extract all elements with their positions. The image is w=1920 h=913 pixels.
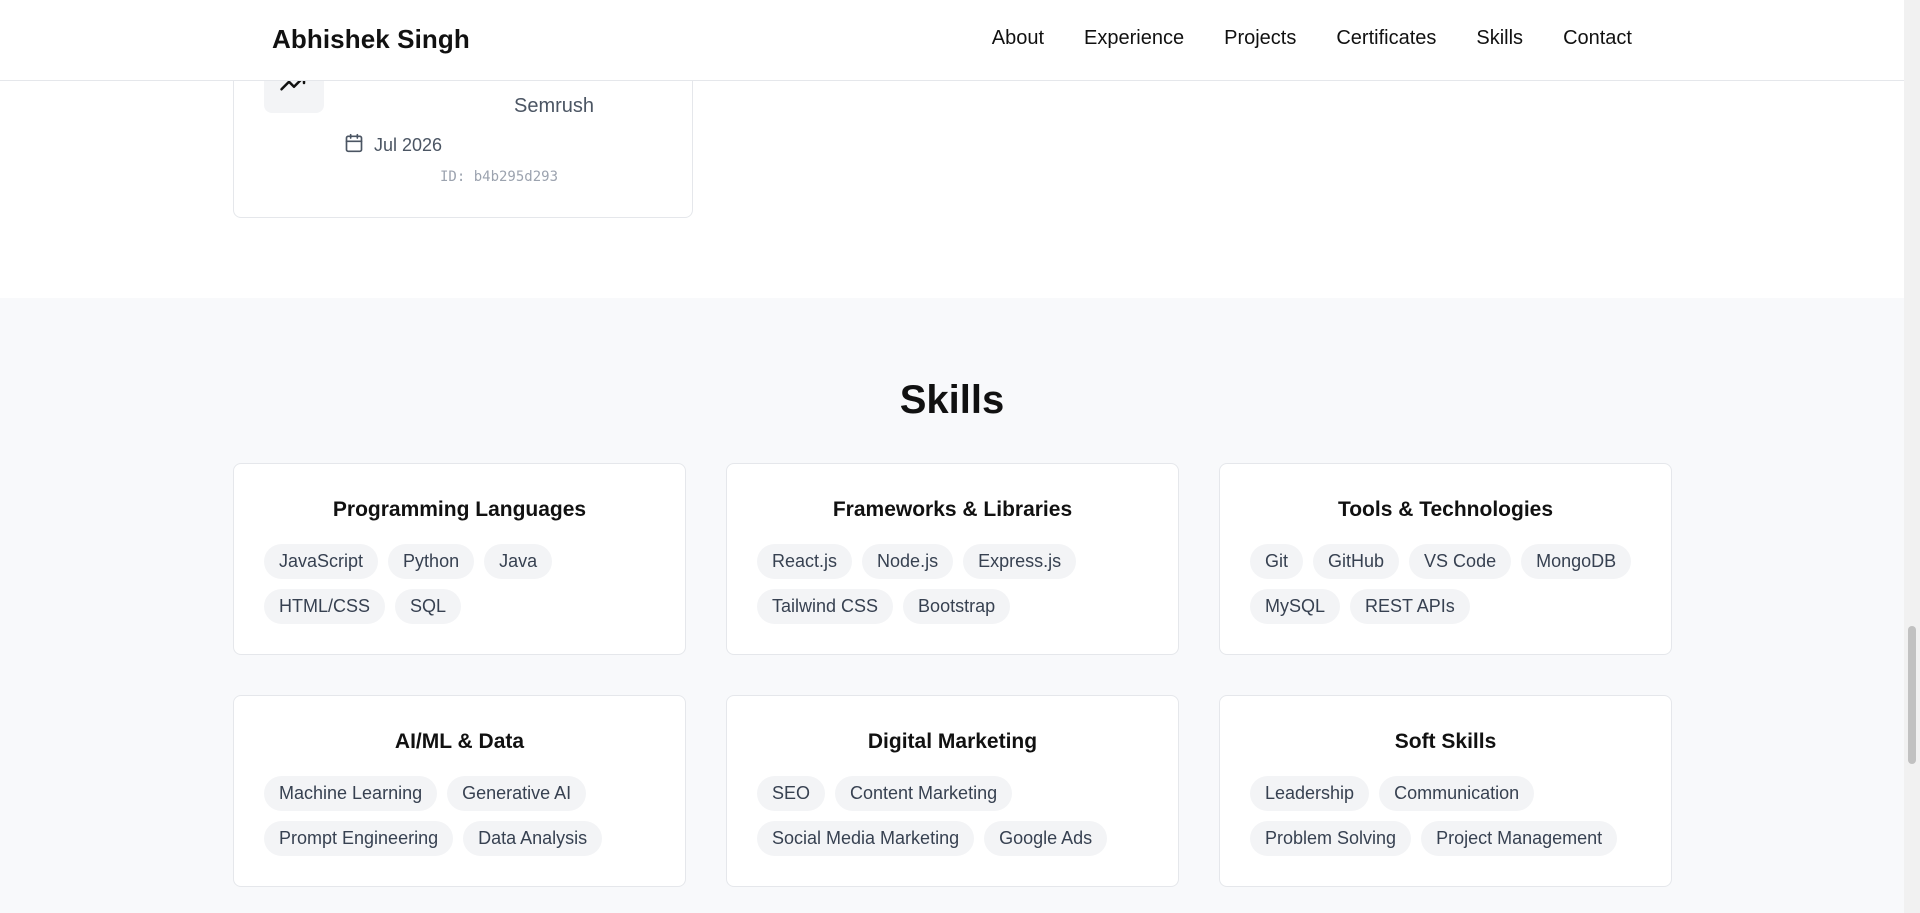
certificate-date: Jul 2026	[344, 133, 442, 158]
skill-card: Soft Skills Leadership Communication Proble…	[1219, 695, 1672, 887]
nav-link-contact[interactable]: Contact	[1563, 27, 1632, 50]
page-scrollbar[interactable]	[1904, 0, 1920, 913]
skill-tag: Node.js	[862, 544, 954, 579]
nav-link-projects[interactable]: Projects	[1224, 27, 1296, 50]
skill-card-title: Programming Languages	[332, 498, 587, 521]
skill-card: Tools & Technologies Git GitHub VS Code Mong…	[1219, 463, 1672, 655]
skill-tag: GitHub	[1313, 544, 1400, 579]
main-nav: About Experience Projects Certificates Skill…	[992, 27, 1632, 50]
skill-tag: Machine Learning	[264, 776, 438, 811]
skill-card: AI/ML & Data Machine Learning Generative A…	[233, 695, 686, 887]
skill-card-title: Tools & Technologies	[1337, 498, 1554, 521]
calendar-icon	[344, 133, 364, 158]
skill-tag-list: SEO Content Marketing Social Media Marketi…	[757, 776, 1148, 856]
skill-tag: SQL	[395, 589, 462, 624]
nav-link-about[interactable]: About	[992, 27, 1044, 50]
skill-tag: Google Ads	[984, 821, 1108, 856]
skill-tag: HTML/CSS	[264, 589, 386, 624]
skill-tag: Git	[1250, 544, 1304, 579]
skill-tag-list: JavaScript Python Java HTML/CSS SQL	[264, 544, 655, 624]
skills-title: Skills	[899, 378, 1005, 422]
skill-tag: MongoDB	[1521, 544, 1632, 579]
skill-tag: Generative AI	[447, 776, 587, 811]
skill-tag: Tailwind CSS	[757, 589, 894, 624]
skills-grid: Programming Languages JavaScript Python Jav…	[233, 463, 1673, 887]
skill-tag: MySQL	[1250, 589, 1341, 624]
skill-tag: Content Marketing	[835, 776, 1013, 811]
certificate-issuer: Semrush	[513, 95, 595, 117]
skills-section: Skills Programming Languages JavaScript Py…	[0, 298, 1904, 913]
certificate-date-text: Jul 2026	[374, 135, 443, 155]
skill-tag-list: Machine Learning Generative AI Prompt Engi…	[264, 776, 655, 856]
skill-tag: REST APIs	[1350, 589, 1470, 624]
nav-link-skills[interactable]: Skills	[1476, 27, 1523, 50]
skill-tag: JavaScript	[264, 544, 379, 579]
skill-tag: Project Management	[1421, 821, 1618, 856]
skill-tag: Problem Solving	[1250, 821, 1412, 856]
skill-tag-list: React.js Node.js Express.js Tailwind CSS Boo…	[757, 544, 1148, 624]
skill-tag-list: Leadership Communication Problem Solving Pr…	[1250, 776, 1641, 856]
skill-card: Programming Languages JavaScript Python Jav…	[233, 463, 686, 655]
skill-tag-list: Git GitHub VS Code MongoDB MySQL REST APIs	[1250, 544, 1641, 624]
skill-card-title: Digital Marketing	[867, 730, 1038, 753]
site-header: Abhishek Singh About Experience Projects Ce…	[0, 0, 1904, 81]
skill-tag: Social Media Marketing	[757, 821, 975, 856]
skill-tag: Leadership	[1250, 776, 1370, 811]
skill-tag: Express.js	[963, 544, 1077, 579]
skill-tag: React.js	[757, 544, 853, 579]
skill-card: Digital Marketing SEO Content Marketing Soc…	[726, 695, 1179, 887]
skill-tag: Python	[388, 544, 475, 579]
skill-tag: Prompt Engineering	[264, 821, 454, 856]
nav-link-certificates[interactable]: Certificates	[1336, 27, 1436, 50]
skill-card: Frameworks & Libraries React.js Node.js Exp…	[726, 463, 1179, 655]
skill-card-title: AI/ML & Data	[394, 730, 525, 753]
skill-tag: Data Analysis	[463, 821, 603, 856]
skill-tag: SEO	[757, 776, 826, 811]
nav-link-experience[interactable]: Experience	[1084, 27, 1184, 50]
skill-card-title: Frameworks & Libraries	[832, 498, 1073, 521]
skill-tag: Java	[484, 544, 553, 579]
skill-tag: Bootstrap	[903, 589, 1011, 624]
skill-tag: Communication	[1379, 776, 1535, 811]
skill-tag: VS Code	[1409, 544, 1512, 579]
brand-name[interactable]: Abhishek Singh	[272, 24, 470, 55]
page: Semrush Jul 2026 ID: b4b295d293 Skills P…	[0, 0, 1904, 913]
certificate-id: ID: b4b295d293	[440, 169, 559, 185]
skill-card-title: Soft Skills	[1394, 730, 1497, 753]
scrollbar-thumb[interactable]	[1908, 626, 1916, 764]
